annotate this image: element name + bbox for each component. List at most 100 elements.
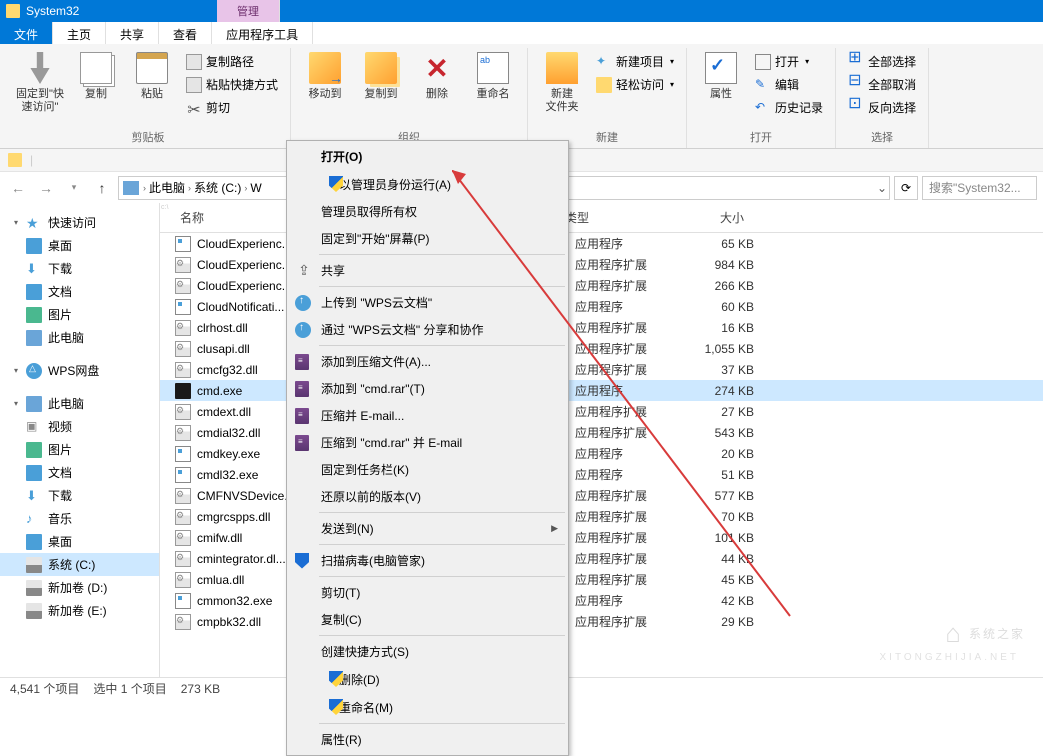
- archive-icon: [295, 435, 309, 451]
- nav-desktop[interactable]: 桌面: [0, 234, 159, 257]
- ctx-add-archive[interactable]: 添加到压缩文件(A)...: [289, 348, 566, 375]
- move-to-button[interactable]: 移动到: [299, 48, 351, 101]
- nav-documents[interactable]: 文档: [0, 280, 159, 303]
- properties-button[interactable]: 属性: [695, 48, 747, 101]
- nav-pictures2[interactable]: 图片: [0, 438, 159, 461]
- refresh-button[interactable]: ⟳: [894, 176, 918, 200]
- document-icon: [26, 465, 42, 481]
- ribbon-organize: 移动到 复制到 ✕删除 重命名 组织: [291, 48, 528, 148]
- nav-drive-e[interactable]: 新加卷 (E:): [0, 599, 159, 622]
- ctx-delete[interactable]: 删除(D): [289, 665, 566, 693]
- nav-wps[interactable]: WPS网盘: [0, 359, 159, 382]
- file-type: 应用程序扩展: [575, 277, 690, 294]
- nav-quick-access[interactable]: ★快速访问: [0, 211, 159, 234]
- file-type-icon: [175, 383, 191, 399]
- file-type: 应用程序: [575, 382, 690, 399]
- copy-to-button[interactable]: 复制到: [355, 48, 407, 101]
- pin-quick-access-button[interactable]: 固定到"快 速访问": [14, 48, 66, 114]
- address-dropdown-icon[interactable]: ⌄: [877, 181, 887, 195]
- ctx-open[interactable]: 打开(O): [289, 143, 566, 170]
- nav-desktop2[interactable]: 桌面: [0, 530, 159, 553]
- copy-button[interactable]: 复制: [70, 48, 122, 101]
- nav-downloads[interactable]: ⬇下载: [0, 257, 159, 280]
- move-icon: [309, 52, 341, 84]
- history-button[interactable]: ↶历史记录: [751, 97, 827, 118]
- ctx-restore-prev[interactable]: 还原以前的版本(V): [289, 483, 566, 510]
- file-size: 44 KB: [690, 552, 770, 566]
- wps-upload-icon: [295, 295, 311, 311]
- pc-icon: [26, 330, 42, 346]
- ctx-pin-taskbar[interactable]: 固定到任务栏(K): [289, 456, 566, 483]
- nav-documents2[interactable]: 文档: [0, 461, 159, 484]
- ctx-cut[interactable]: 剪切(T): [289, 579, 566, 606]
- invert-selection-button[interactable]: ⊡反向选择: [844, 97, 920, 118]
- easy-access-button[interactable]: 轻松访问▾: [592, 74, 678, 95]
- file-type: 应用程序: [575, 298, 690, 315]
- nav-drive-c[interactable]: 系统 (C:): [0, 553, 159, 576]
- ctx-create-shortcut[interactable]: 创建快捷方式(S): [289, 638, 566, 665]
- recent-button[interactable]: ▾: [62, 176, 86, 200]
- navigation-pane[interactable]: ★快速访问 桌面 ⬇下载 文档 图片 此电脑 WPS网盘 此电脑 ▣视频 图片 …: [0, 203, 160, 677]
- ctx-compress-email[interactable]: 压缩并 E-mail...: [289, 402, 566, 429]
- chevron-right-icon: ▶: [551, 523, 558, 534]
- new-item-button[interactable]: ✦新建项目▾: [592, 51, 678, 72]
- ctx-pin-start[interactable]: 固定到"开始"屏幕(P): [289, 225, 566, 252]
- ctx-scan[interactable]: 扫描病毒(电脑管家): [289, 547, 566, 574]
- file-size: 266 KB: [690, 279, 770, 293]
- new-folder-button[interactable]: 新建 文件夹: [536, 48, 588, 114]
- tab-file[interactable]: 文件: [0, 22, 53, 44]
- file-type-icon: [175, 278, 191, 294]
- divider: |: [30, 153, 33, 167]
- up-button[interactable]: ↑: [90, 176, 114, 200]
- breadcrumb-this-pc[interactable]: 此电脑: [146, 179, 188, 196]
- ctx-send-to[interactable]: 发送到(N)▶: [289, 515, 566, 542]
- nav-music[interactable]: ♪音乐: [0, 507, 159, 530]
- select-none-button[interactable]: ⊟全部取消: [844, 74, 920, 95]
- back-button[interactable]: ←: [6, 176, 30, 200]
- ctx-copy[interactable]: 复制(C): [289, 606, 566, 633]
- archive-icon: [295, 408, 309, 424]
- nav-drive-d[interactable]: 新加卷 (D:): [0, 576, 159, 599]
- edit-button[interactable]: ✎编辑: [751, 74, 827, 95]
- paste-shortcut-button[interactable]: 粘贴快捷方式: [182, 74, 282, 95]
- breadcrumb-folder[interactable]: W: [247, 181, 264, 195]
- breadcrumb-drive[interactable]: 系统 (C:): [191, 179, 244, 196]
- ribbon-clipboard: 固定到"快 速访问" 复制 粘贴 复制路径 粘贴快捷方式 ✂剪切 剪贴板: [6, 48, 291, 148]
- file-size: 45 KB: [690, 573, 770, 587]
- nav-downloads2[interactable]: ⬇下载: [0, 484, 159, 507]
- forward-button[interactable]: →: [34, 176, 58, 200]
- ctx-properties[interactable]: 属性(R): [289, 726, 566, 753]
- nav-pictures[interactable]: 图片: [0, 303, 159, 326]
- ctx-share-wps[interactable]: 通过 "WPS云文档" 分享和协作: [289, 316, 566, 343]
- new-folder-icon: [546, 52, 578, 84]
- file-type-icon: [175, 530, 191, 546]
- open-button[interactable]: 打开▾: [751, 51, 827, 72]
- paste-button[interactable]: 粘贴: [126, 48, 178, 101]
- share-icon: ⇪: [295, 262, 313, 280]
- ctx-run-admin[interactable]: 以管理员身份运行(A): [289, 170, 566, 198]
- copy-path-button[interactable]: 复制路径: [182, 51, 282, 72]
- col-size[interactable]: 大小: [680, 209, 760, 226]
- tab-app-tools[interactable]: 应用程序工具: [212, 22, 313, 44]
- delete-button[interactable]: ✕删除: [411, 48, 463, 101]
- nav-this-pc[interactable]: 此电脑: [0, 392, 159, 415]
- ctx-compress-rar-email[interactable]: 压缩到 "cmd.rar" 并 E-mail: [289, 429, 566, 456]
- nav-this-pc-q[interactable]: 此电脑: [0, 326, 159, 349]
- tab-share[interactable]: 共享: [106, 22, 159, 44]
- col-type[interactable]: 类型: [565, 209, 680, 226]
- cut-button[interactable]: ✂剪切: [182, 97, 282, 118]
- file-type: 应用程序扩展: [575, 508, 690, 525]
- ctx-rename[interactable]: 重命名(M): [289, 693, 566, 721]
- tab-view[interactable]: 查看: [159, 22, 212, 44]
- tab-home[interactable]: 主页: [53, 22, 106, 44]
- select-all-button[interactable]: ⊞全部选择: [844, 51, 920, 72]
- ctx-share[interactable]: ⇪共享: [289, 257, 566, 284]
- ctx-add-rar[interactable]: 添加到 "cmd.rar"(T): [289, 375, 566, 402]
- archive-icon: [295, 354, 309, 370]
- rename-button[interactable]: 重命名: [467, 48, 519, 101]
- ctx-upload-wps[interactable]: 上传到 "WPS云文档": [289, 289, 566, 316]
- search-input[interactable]: 搜索"System32...: [922, 176, 1037, 200]
- file-type: 应用程序: [575, 235, 690, 252]
- ctx-admin-own[interactable]: 管理员取得所有权: [289, 198, 566, 225]
- nav-videos[interactable]: ▣视频: [0, 415, 159, 438]
